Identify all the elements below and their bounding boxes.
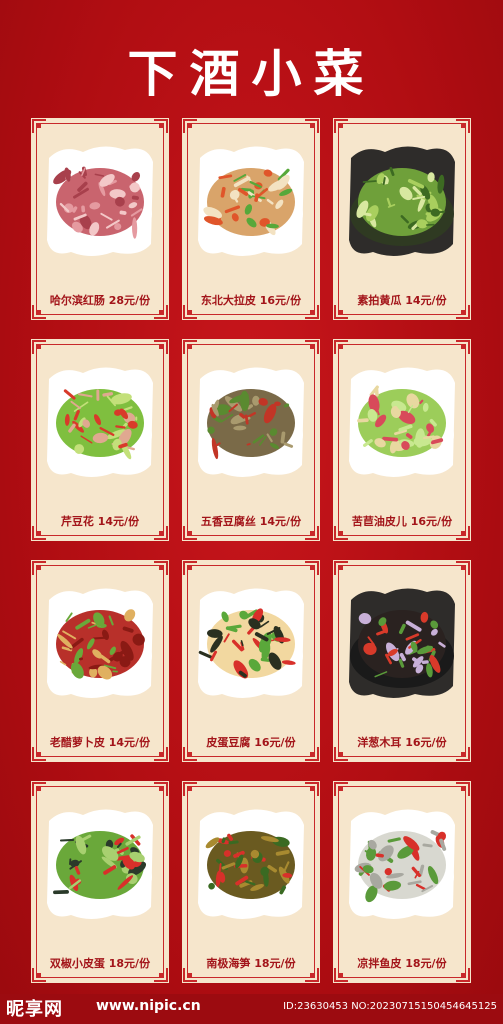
menu-card: 皮蛋豆腐 16元/份 — [182, 560, 320, 762]
card-corner-ornament — [456, 119, 470, 133]
dish-photo — [47, 588, 153, 698]
card-corner-ornament — [32, 782, 46, 796]
dish-label: 东北大拉皮 16元/份 — [200, 294, 302, 307]
dish-photo — [198, 367, 304, 477]
card-corner-ornament — [305, 340, 319, 354]
card-corner-ornament — [456, 340, 470, 354]
dish-label: 南极海笋 18元/份 — [206, 957, 296, 970]
menu-card: 双椒小皮蛋 18元/份 — [31, 781, 169, 983]
card-corner-ornament — [154, 782, 168, 796]
image-id: ID:23630453 NO:20230715150454645125 — [283, 1001, 497, 1012]
site-logo: 昵享网 — [6, 999, 63, 1020]
menu-card: 芹豆花 14元/份 — [31, 339, 169, 541]
dish-photo — [47, 367, 153, 477]
dish-label: 素拍黄瓜 14元/份 — [357, 294, 447, 307]
dish-photo — [198, 809, 304, 919]
dish-photo — [47, 146, 153, 256]
dish-label: 哈尔滨红肠 28元/份 — [49, 294, 151, 307]
dish-photo — [349, 367, 455, 477]
card-corner-ornament — [456, 561, 470, 575]
menu-card: 五香豆腐丝 14元/份 — [182, 339, 320, 541]
dish-label: 苦苣油皮儿 16元/份 — [351, 515, 453, 528]
dish-photo — [47, 809, 153, 919]
card-corner-ornament — [32, 119, 46, 133]
dish-label: 芹豆花 14元/份 — [60, 515, 140, 528]
footer-bar: 昵享网 www.nipic.cn ID:23630453 NO:20230715… — [0, 994, 503, 1024]
page-title: 下酒小菜 — [127, 45, 376, 103]
card-corner-ornament — [334, 782, 348, 796]
card-corner-ornament — [334, 119, 348, 133]
card-corner-ornament — [456, 782, 470, 796]
dish-label: 洋葱木耳 16元/份 — [357, 736, 447, 749]
dish-label: 凉拌鱼皮 18元/份 — [357, 957, 447, 970]
card-corner-ornament — [183, 119, 197, 133]
menu-card: 洋葱木耳 16元/份 — [333, 560, 471, 762]
dish-label: 五香豆腐丝 14元/份 — [200, 515, 302, 528]
card-corner-ornament — [154, 340, 168, 354]
card-corner-ornament — [32, 340, 46, 354]
menu-card: 南极海笋 18元/份 — [182, 781, 320, 983]
card-corner-ornament — [183, 782, 197, 796]
menu-card: 凉拌鱼皮 18元/份 — [333, 781, 471, 983]
menu-card: 东北大拉皮 16元/份 — [182, 118, 320, 320]
dish-photo — [198, 588, 304, 698]
card-corner-ornament — [154, 561, 168, 575]
dish-photo — [349, 588, 455, 698]
card-corner-ornament — [305, 782, 319, 796]
card-corner-ornament — [334, 340, 348, 354]
menu-card: 哈尔滨红肠 28元/份 — [31, 118, 169, 320]
dish-label: 双椒小皮蛋 18元/份 — [49, 957, 151, 970]
card-corner-ornament — [183, 340, 197, 354]
menu-card: 苦苣油皮儿 16元/份 — [333, 339, 471, 541]
card-corner-ornament — [32, 561, 46, 575]
dish-photo — [198, 146, 304, 256]
card-corner-ornament — [154, 119, 168, 133]
dish-label: 皮蛋豆腐 16元/份 — [206, 736, 296, 749]
card-corner-ornament — [183, 561, 197, 575]
site-url: www.nipic.cn — [96, 998, 201, 1014]
dish-photo — [349, 146, 455, 256]
menu-card: 老醋萝卜皮 14元/份 — [31, 560, 169, 762]
menu-card: 素拍黄瓜 14元/份 — [333, 118, 471, 320]
card-corner-ornament — [305, 561, 319, 575]
card-corner-ornament — [334, 561, 348, 575]
card-corner-ornament — [305, 119, 319, 133]
dish-label: 老醋萝卜皮 14元/份 — [49, 736, 151, 749]
dish-photo — [349, 809, 455, 919]
